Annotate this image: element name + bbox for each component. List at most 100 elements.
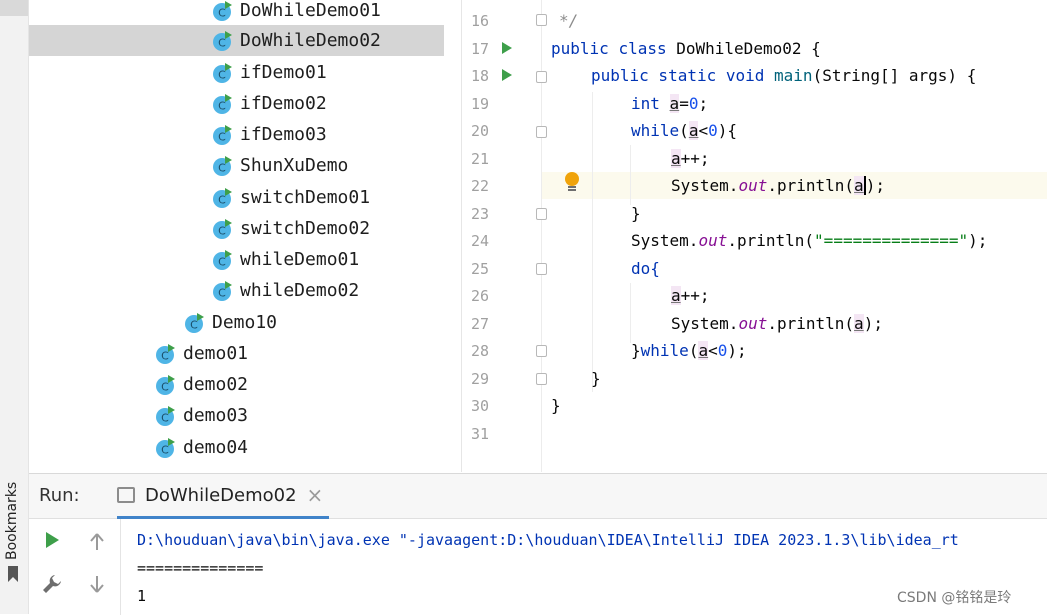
tree-item-label: demo02 [183,374,249,395]
run-tab-label: DoWhileDemo02 [145,484,297,506]
java-class-icon: C [213,30,232,51]
tree-item-label: Demo10 [212,312,278,333]
tree-item[interactable]: Cdemo04 [155,432,248,463]
strip-tab[interactable] [0,0,28,16]
tree-item[interactable]: CwhileDemo01 [212,244,359,275]
fold-marker[interactable] [536,373,547,385]
indent-guide [592,92,593,392]
run-toolbar [29,519,121,615]
tree-item[interactable]: CifDemo02 [212,88,327,119]
console-line: ============== [137,559,264,577]
code-editor[interactable]: 16 17 18 19 20 21 22 23 24 25 26 27 28 29 30 31 */ publ… [461,0,1047,472]
tree-item[interactable]: C ShunXuDemo [212,150,348,181]
rerun-icon[interactable] [43,531,61,549]
bookmarks-tab[interactable]: Bookmarks [4,482,20,560]
svg-text:C: C [190,318,198,331]
tree-item-label: demo04 [183,437,249,458]
svg-text:C: C [218,224,226,237]
wrench-icon[interactable] [41,573,63,595]
svg-text:C: C [218,255,226,268]
java-class-icon: C [213,187,232,208]
code-line-27: System.out.println(a); [671,314,883,333]
code-line-23: } [631,204,641,223]
line-number: 22 [470,177,489,195]
fold-marker[interactable] [536,71,547,83]
console-output[interactable]: D:\houduan\java\bin\java.exe "-javaagent… [137,526,959,610]
project-tree: C DoWhileDemo01 C DoWhileDemo02 CifDemo01 Cif… [29,0,460,472]
java-class-icon: C [213,0,232,21]
tree-item[interactable]: CifDemo01 [212,57,327,88]
tree-item-label: switchDemo01 [240,187,371,208]
svg-text:C: C [161,380,169,393]
tree-item[interactable]: CifDemo03 [212,119,327,150]
java-class-icon: C [213,155,232,176]
svg-text:C: C [218,161,226,174]
java-class-icon: C [156,343,175,364]
svg-text:C: C [218,99,226,112]
lightbulb-icon[interactable] [564,172,580,194]
tree-item-label: ifDemo03 [240,124,327,145]
bookmark-icon[interactable] [7,566,19,582]
tree-item[interactable]: C DoWhileDemo02 [29,25,444,56]
tree-item-label: DoWhileDemo02 [240,30,381,51]
run-class-icon[interactable] [502,42,512,54]
tree-item[interactable]: CwhileDemo02 [212,275,359,306]
java-class-icon: C [213,93,232,114]
code-line-29: } [591,369,601,388]
java-class-icon: C [213,62,232,83]
code-line-17: public class DoWhileDemo02 { [551,39,821,58]
tree-item[interactable]: Cdemo01 [155,338,248,369]
fold-marker[interactable] [536,263,547,275]
tree-item[interactable]: CswitchDemo01 [212,182,370,213]
tree-item[interactable]: C DoWhileDemo01 [212,0,381,26]
line-number: 24 [470,232,489,250]
java-class-icon: C [156,405,175,426]
toolbar-divider [120,519,121,615]
line-number: 23 [470,204,489,223]
tree-item[interactable]: Cdemo02 [155,369,248,400]
tree-item[interactable]: CswitchDemo02 [212,213,370,244]
tree-item-label: ifDemo01 [240,62,327,83]
code-line-22: System.out.println(a); [671,176,885,195]
line-number: 21 [470,149,489,168]
code-line-19: int a=0; [631,94,709,113]
fold-marker[interactable] [536,14,547,26]
svg-text:C: C [218,68,226,81]
fold-marker[interactable] [536,208,547,220]
watermark: CSDN @铭铭是玲 [897,590,1012,606]
java-class-icon: C [156,374,175,395]
run-header: Run: DoWhileDemo02 × [29,474,1047,519]
run-tab[interactable]: DoWhileDemo02 × [117,474,330,519]
tree-item-label: ifDemo02 [240,93,327,114]
tree-item[interactable]: C Demo10 [184,307,277,338]
code-line-30: } [551,396,561,415]
arrow-down-icon[interactable] [89,575,105,593]
line-number: 17 [470,39,489,58]
tree-item-label: ShunXuDemo [240,155,349,176]
console-line: D:\houduan\java\bin\java.exe "-javaagent… [137,531,959,549]
console-line: 1 [137,587,147,605]
java-class-icon: C [156,437,175,458]
close-icon[interactable]: × [307,483,324,507]
arrow-up-icon[interactable] [89,533,105,551]
tree-item[interactable]: Cdemo03 [155,400,248,431]
line-number: 28 [470,342,489,360]
tree-item-label: switchDemo02 [240,218,371,239]
java-class-icon: C [213,124,232,145]
fold-marker[interactable] [536,126,547,138]
tree-item-label: whileDemo01 [240,249,360,270]
tree-item-label: demo01 [183,343,249,364]
fold-marker[interactable] [536,345,547,357]
svg-text:C: C [218,193,226,206]
code-line-28: }while(a<0); [631,341,747,360]
run-panel: Run: DoWhileDemo02 × D:\houduan\java\bin… [29,473,1047,615]
run-title: Run: [39,485,80,506]
code-line-20: while(a<0){ [631,121,737,140]
run-main-icon[interactable] [502,69,512,81]
svg-text:C: C [161,349,169,362]
tree-item-label: demo03 [183,405,249,426]
code-line-25: do{ [631,259,660,278]
line-number: 26 [470,287,489,305]
code-line-16: */ [559,11,579,30]
tree-item-label: whileDemo02 [240,280,360,301]
